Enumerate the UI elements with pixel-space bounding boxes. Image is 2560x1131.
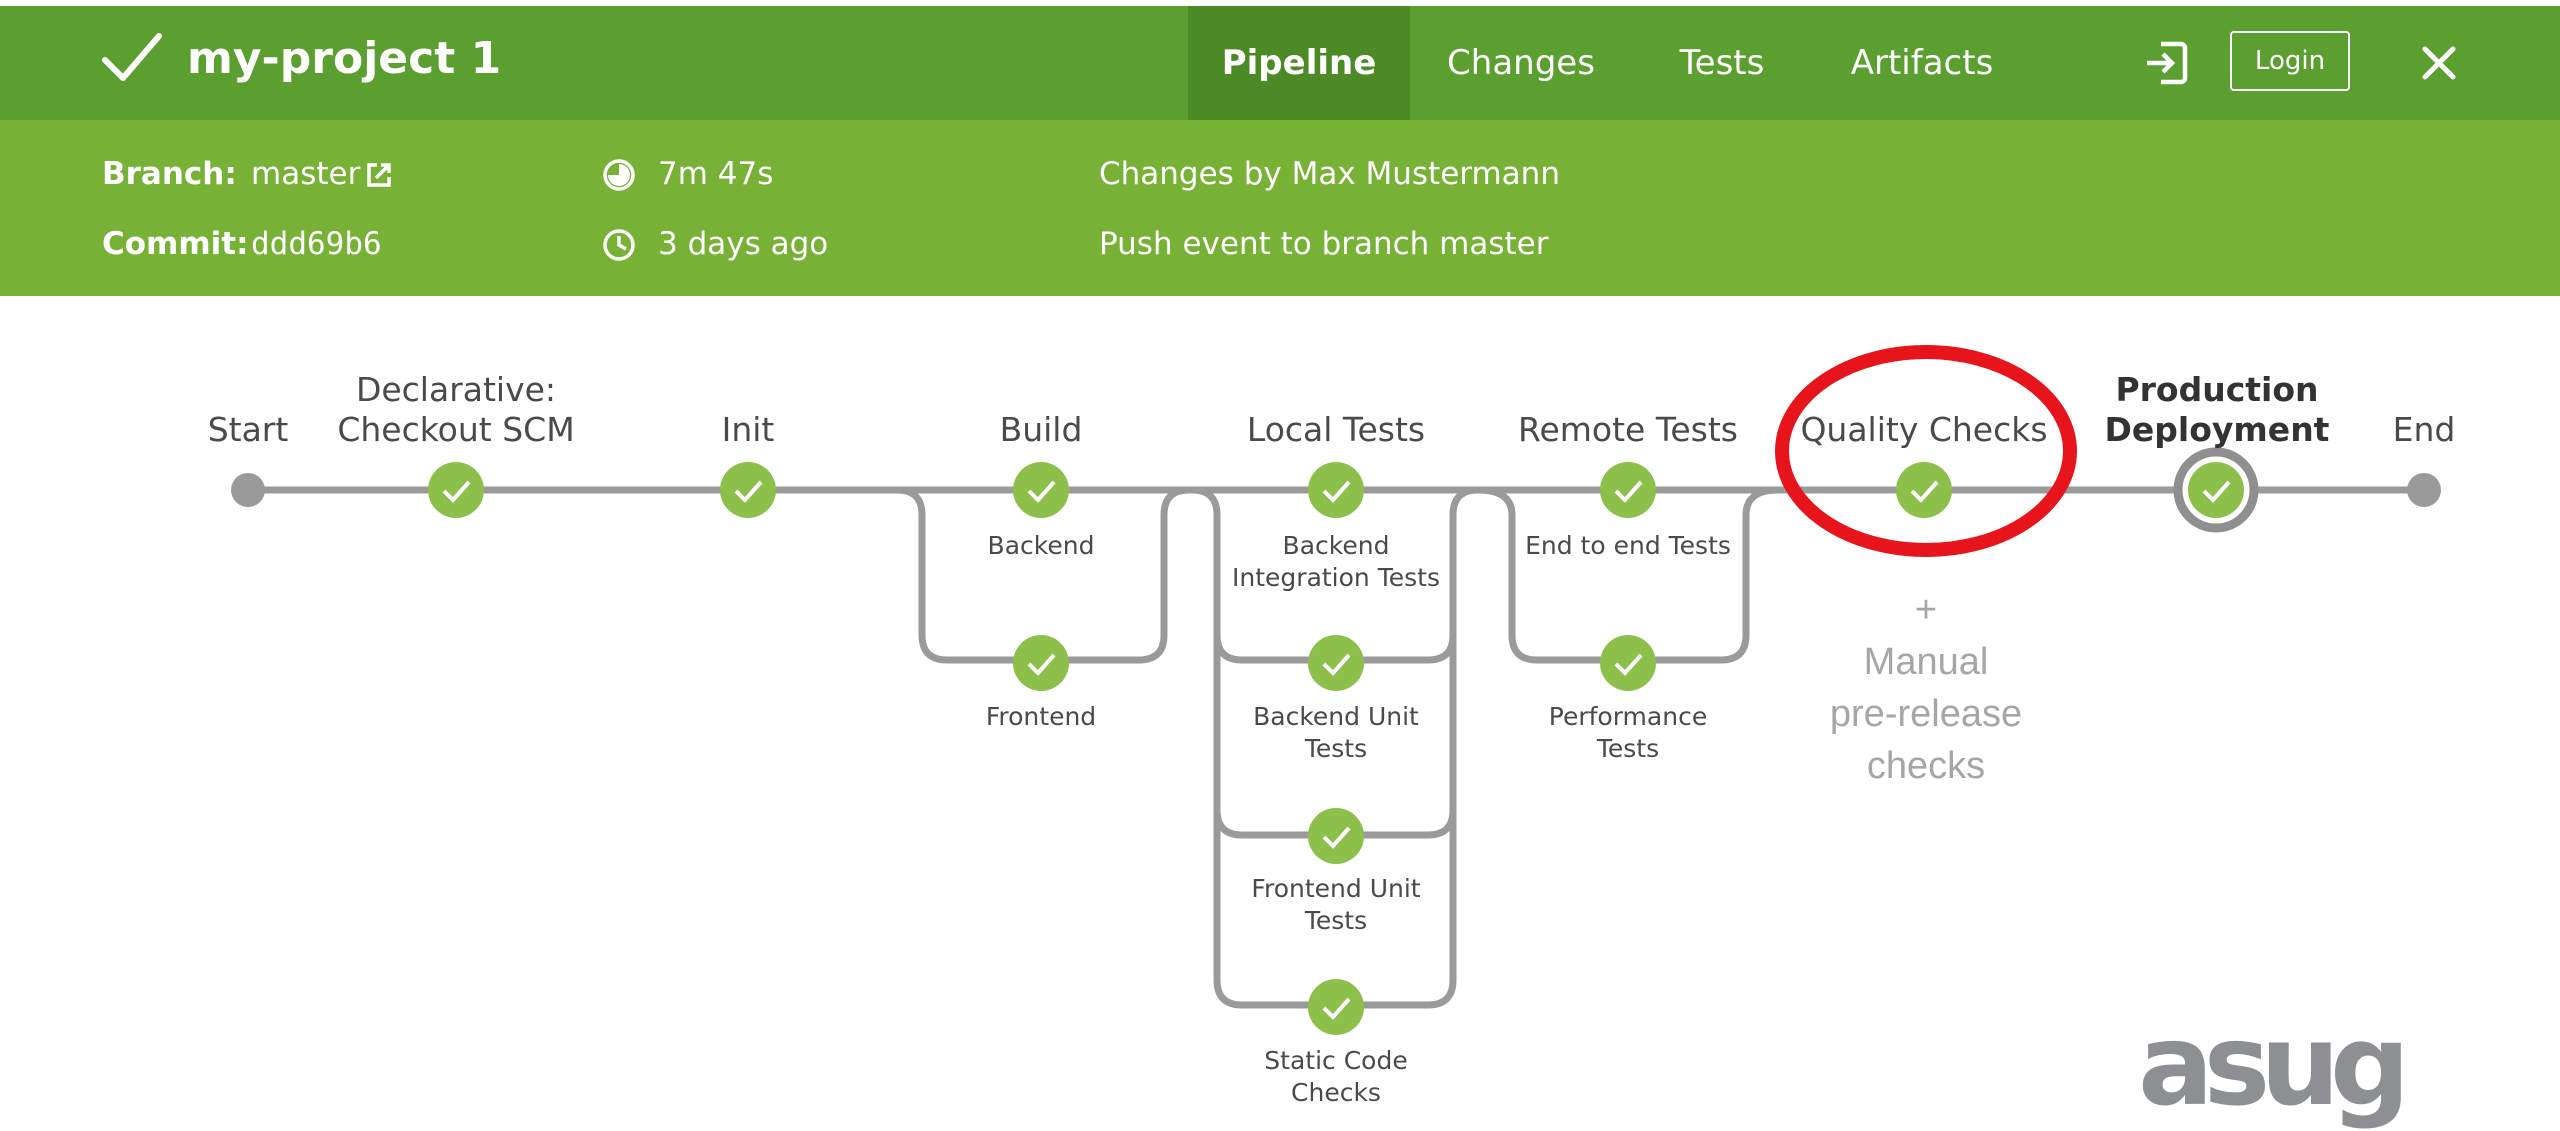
stage-node-quality-checks[interactable] xyxy=(1896,462,1952,518)
close-icon[interactable] xyxy=(2422,46,2456,80)
stage-title-remote-tests: Remote Tests xyxy=(1518,410,1738,449)
tab-tests[interactable]: Tests xyxy=(1632,6,1812,120)
branch-label-frontend: Frontend xyxy=(985,702,1097,731)
annotation-line-manual: Manual xyxy=(1863,641,1989,683)
branch-label-backend-integration-line1: Backend xyxy=(1282,531,1390,560)
duration-value: 7m 47s xyxy=(658,156,774,192)
clock-icon xyxy=(603,229,635,261)
branch-label-static-code-line2: Checks xyxy=(1291,1078,1381,1107)
commit-label: Commit: xyxy=(102,226,249,262)
tab-pipeline[interactable]: Pipeline xyxy=(1188,6,1410,120)
branch-label-frontend-unit-line1: Frontend Unit xyxy=(1251,874,1421,903)
branch-label-backend-unit-line2: Tests xyxy=(1304,734,1368,763)
pipeline-title: my-project 1 xyxy=(101,30,501,86)
external-link-icon[interactable] xyxy=(364,160,394,190)
annotation-plus: + xyxy=(1914,589,1938,631)
branch-label-static-code-line1: Static Code xyxy=(1264,1046,1408,1075)
branch-label-frontend-unit-line2: Tests xyxy=(1304,906,1368,935)
stage-title-production-line1: Production xyxy=(2115,370,2319,409)
tab-artifacts[interactable]: Artifacts xyxy=(1812,6,2032,120)
stage-title-start: Start xyxy=(207,410,289,449)
branch-label-backend-unit-line1: Backend Unit xyxy=(1253,702,1419,731)
stage-node-init[interactable] xyxy=(720,462,776,518)
stage-title-production-line2: Deployment xyxy=(2104,410,2330,449)
stage-node-end-to-end-tests[interactable] xyxy=(1600,462,1656,518)
trigger-cause: Push event to branch master xyxy=(1099,226,1549,262)
stage-node-backend-integration-tests[interactable] xyxy=(1308,462,1364,518)
stage-node-build-frontend[interactable] xyxy=(1013,635,1069,691)
commit-hash[interactable]: ddd69b6 xyxy=(251,226,382,262)
tab-bar: Pipeline Changes Tests Artifacts xyxy=(1188,6,2032,120)
stage-node-production-deployment[interactable] xyxy=(2173,447,2259,533)
changes-by: Changes by Max Mustermann xyxy=(1099,156,1560,192)
stage-title-checkout-line1: Declarative: xyxy=(355,370,557,409)
checkmark-icon xyxy=(102,33,162,81)
tab-changes[interactable]: Changes xyxy=(1410,6,1632,120)
branch-label-performance-line2: Tests xyxy=(1596,734,1660,763)
end-node xyxy=(2407,473,2441,507)
project-title: my-project 1 xyxy=(187,32,502,84)
asug-logo: asug xyxy=(2138,1001,2410,1131)
stage-title-quality-checks: Quality Checks xyxy=(1800,410,2048,449)
annotation-line-checks: checks xyxy=(1866,745,1986,787)
highlight-circle xyxy=(1775,345,2077,557)
stage-title-local-tests: Local Tests xyxy=(1246,410,1426,449)
annotation-line-prerelease: pre-release xyxy=(1829,693,2023,735)
branch-label: Branch: xyxy=(102,156,237,192)
stage-node-frontend-unit-tests[interactable] xyxy=(1308,808,1364,864)
start-node xyxy=(231,473,265,507)
branch-label-end-to-end: End to end Tests xyxy=(1525,531,1731,560)
stage-title-init: Init xyxy=(721,410,775,449)
branch-label-backend-integration-line2: Integration Tests xyxy=(1232,563,1440,592)
login-button[interactable]: Login xyxy=(2230,31,2350,91)
duration-icon xyxy=(603,159,635,191)
stage-node-performance-tests[interactable] xyxy=(1600,635,1656,691)
branch-label-backend: Backend xyxy=(987,531,1095,560)
run-age: 3 days ago xyxy=(658,226,829,262)
stage-node-backend-unit-tests[interactable] xyxy=(1308,635,1364,691)
sign-in-icon[interactable] xyxy=(2143,40,2189,86)
stage-title-build: Build xyxy=(999,410,1083,449)
branch-value[interactable]: master xyxy=(251,156,360,192)
stage-node-build-backend[interactable] xyxy=(1013,462,1069,518)
stage-node-checkout[interactable] xyxy=(428,462,484,518)
stage-node-static-code-checks[interactable] xyxy=(1308,979,1364,1035)
run-summary-bar xyxy=(0,120,2560,296)
stage-title-checkout-line2: Checkout SCM xyxy=(337,410,575,449)
stage-title-end: End xyxy=(2392,410,2456,449)
branch-label-performance-line1: Performance xyxy=(1548,702,1708,731)
